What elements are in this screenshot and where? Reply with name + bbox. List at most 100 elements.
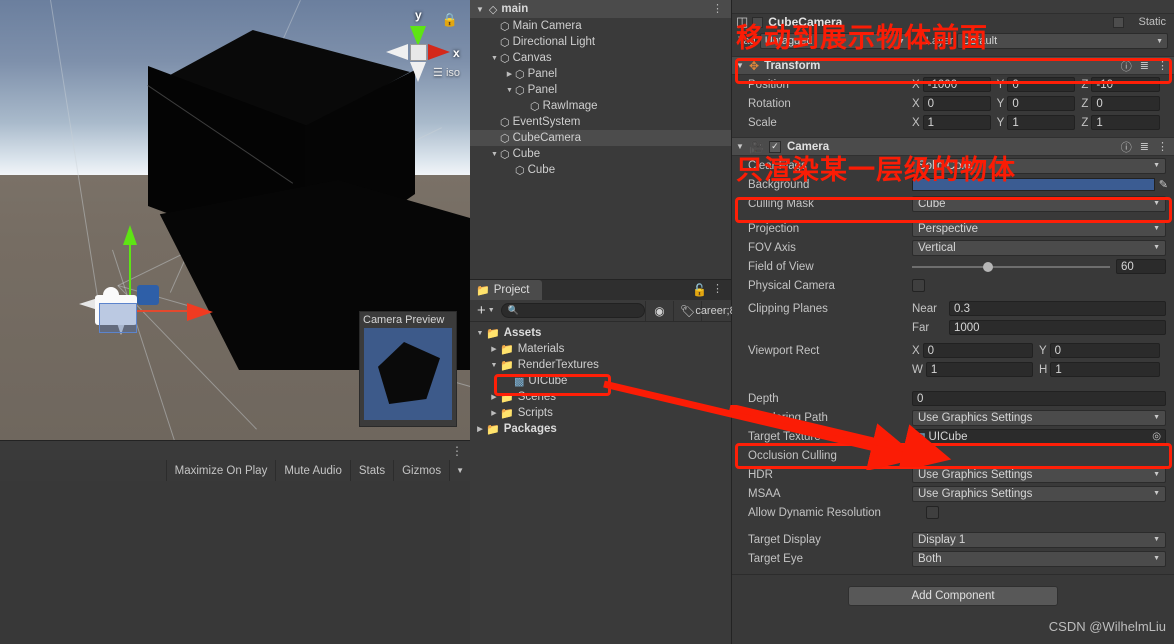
transform-position-y-input[interactable]: 0 [1007,77,1076,92]
hierarchy-item-panel[interactable]: ▶ ⬡ Panel [470,66,731,82]
chevron-down-icon[interactable]: ▼ [476,5,484,14]
gizmo-axis-z-handle[interactable] [137,285,159,305]
transform-rotation-z-input[interactable]: 0 [1091,96,1161,111]
row-field-of-view[interactable]: Field of View 60 [732,257,1174,276]
disclosure-triangle-icon[interactable]: ▶ [488,393,500,401]
hierarchy-item-cube[interactable]: ⬡ Cube [470,162,731,178]
project-item-scenes[interactable]: ▶ 📁 Scenes [470,389,731,405]
transform-rotation-x-input[interactable]: 0 [922,96,991,111]
disclosure-triangle-icon[interactable]: ▶ [474,425,486,433]
stats-button[interactable]: Stats [349,460,393,481]
rendering-path-dropdown[interactable]: Use Graphics Settings ▼ [912,409,1166,426]
gizmos-button[interactable]: Gizmos [393,460,449,481]
orientation-center-cube[interactable] [410,44,427,61]
help-icon[interactable]: ⓘ [1121,139,1132,155]
transform-position-z-input[interactable]: -10 [1091,77,1161,92]
move-gizmo[interactable] [75,225,215,335]
kebab-menu-icon[interactable]: ⋮ [1157,140,1168,153]
gizmo-axis-y-arrow[interactable] [123,225,137,245]
hierarchy-item-eventsystem[interactable]: ⬡ EventSystem [470,114,731,130]
hdr-dropdown[interactable]: Use Graphics Settings ▼ [912,466,1166,483]
physical-camera-checkbox[interactable] [912,279,925,292]
row-target-display[interactable]: Target Display Display 1 ▼ [732,530,1174,549]
gizmo-axis-x-arrow[interactable] [187,303,213,321]
row-depth[interactable]: Depth 0 [732,389,1174,408]
row-clipping-near[interactable]: Clipping Planes Near 0.3 [732,299,1174,318]
clipping-far-input[interactable]: 1000 [949,320,1166,335]
fov-axis-dropdown[interactable]: Vertical ▼ [912,239,1166,256]
scene-projection-mode-label[interactable]: ☰ iso [433,66,460,79]
preset-icon[interactable]: ≣ [1140,140,1149,153]
viewport-x-input[interactable]: 0 [922,343,1033,358]
project-search-input[interactable]: 🔍 [500,303,645,318]
component-header-transform[interactable]: ▼ ✥ Transform ⓘ ≣ ⋮ [732,56,1174,75]
clipping-near-input[interactable]: 0.3 [949,301,1166,316]
eyedropper-icon[interactable]: ✎ [1159,178,1168,191]
project-item-materials[interactable]: ▶ 📁 Materials [470,341,731,357]
project-lock-icon[interactable]: 🔓 [692,283,707,297]
hierarchy-kebab-menu-icon[interactable]: ⋮ [712,2,724,15]
static-checkbox[interactable] [1113,16,1124,28]
hierarchy-item-panel[interactable]: ▼ ⬡ Panel [470,82,731,98]
disclosure-triangle-icon[interactable]: ▼ [489,151,500,158]
row-clipping-far[interactable]: Far 1000 [732,318,1174,337]
row-physical-camera[interactable]: Physical Camera [732,276,1174,295]
scene-kebab-menu-icon[interactable]: ⋮ [451,444,464,458]
viewport-h-input[interactable]: 1 [1050,362,1160,377]
orientation-negy-cone[interactable] [410,62,426,82]
allow-dynamic-resolution-checkbox[interactable] [926,506,939,519]
chevron-down-icon[interactable]: ▼ [736,61,749,70]
layer-dropdown[interactable]: Default ▼ [957,33,1168,49]
row-allow-dynamic-resolution[interactable]: Allow Dynamic Resolution [732,503,1174,522]
disclosure-triangle-icon[interactable]: ▶ [488,409,500,417]
mute-audio-button[interactable]: Mute Audio [275,460,350,481]
disclosure-triangle-icon[interactable]: ▶ [504,70,515,78]
object-picker-icon[interactable]: ◎ [1152,431,1161,442]
depth-input[interactable]: 0 [912,391,1166,406]
row-viewport-rect-xy[interactable]: Viewport Rect X 0 Y 0 [732,341,1174,360]
row-rendering-path[interactable]: Rendering Path Use Graphics Settings ▼ [732,408,1174,427]
create-asset-caret-icon[interactable]: ▼ [488,307,501,314]
hierarchy-item-main-camera[interactable]: ⬡ Main Camera [470,18,731,34]
project-toolbar[interactable]: + ▼ 🔍 ◉ 🏷 career;8 [470,300,736,322]
disclosure-triangle-icon[interactable]: ▼ [489,55,500,62]
viewport-y-input[interactable]: 0 [1049,343,1160,358]
row-target-eye[interactable]: Target Eye Both ▼ [732,549,1174,568]
hierarchy-item-cube[interactable]: ▼ ⬡ Cube [470,146,731,162]
transform-row-position[interactable]: Position X -1000 Y 0 Z -10 [732,75,1174,94]
gizmos-dropdown-caret-icon[interactable]: ▼ [449,460,470,481]
preset-icon[interactable]: ≣ [1140,59,1149,72]
row-fov-axis[interactable]: FOV Axis Vertical ▼ [732,238,1174,257]
orientation-x-cone[interactable] [428,44,450,60]
project-item-scripts[interactable]: ▶ 📁 Scripts [470,405,731,421]
asset-filter-icon[interactable]: ◉ [645,300,673,321]
project-item-assets[interactable]: ▼ 📁 Assets [470,325,731,341]
add-component-button[interactable]: Add Component [848,585,1058,606]
transform-row-rotation[interactable]: Rotation X 0 Y 0 Z 0 [732,94,1174,113]
viewport-w-input[interactable]: 1 [925,362,1033,377]
disclosure-triangle-icon[interactable]: ▼ [504,87,515,94]
field-of-view-slider[interactable]: 60 [912,259,1174,274]
kebab-menu-icon[interactable]: ⋮ [1157,59,1168,72]
projection-dropdown[interactable]: Perspective ▼ [912,220,1166,237]
game-view-toolbar[interactable]: Maximize On Play Mute Audio Stats Gizmos… [0,460,470,481]
disclosure-triangle-icon[interactable]: ▶ [488,345,500,353]
project-item-uicube[interactable]: ▩ UICube [470,373,731,389]
disclosure-triangle-icon[interactable]: ▼ [488,362,500,369]
row-culling-mask[interactable]: Culling Mask Cube ▼ [732,194,1174,213]
project-item-packages[interactable]: ▶ 📁 Packages [470,421,731,437]
occlusion-culling-checkbox[interactable]: ✓ [912,449,925,462]
disclosure-triangle-icon[interactable]: ▼ [474,330,486,337]
project-kebab-menu-icon[interactable]: ⋮ [712,282,724,295]
row-occlusion-culling[interactable]: Occlusion Culling ✓ [732,446,1174,465]
create-asset-button[interactable]: + [472,303,488,318]
scene-lock-icon[interactable]: 🔒 [442,12,458,28]
project-item-rendertextures[interactable]: ▼ 📁 RenderTextures [470,357,731,373]
hierarchy-item-directional-light[interactable]: ⬡ Directional Light [470,34,731,50]
target-display-dropdown[interactable]: Display 1 ▼ [912,531,1166,548]
hierarchy-item-rawimage[interactable]: ⬡ RawImage [470,98,731,114]
transform-scale-x-input[interactable]: 1 [922,115,991,130]
target-texture-objectfield[interactable]: ▦ UICube ◎ [912,429,1166,444]
target-eye-dropdown[interactable]: Both ▼ [912,550,1166,567]
hidden-packages-icon[interactable]: career;8 [695,300,736,321]
